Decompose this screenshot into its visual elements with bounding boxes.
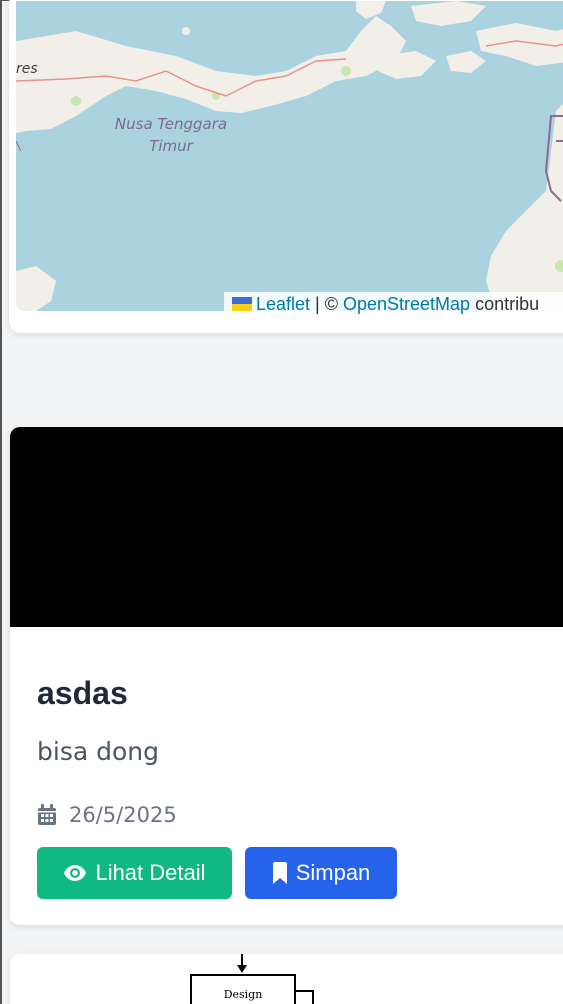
openstreetmap-link[interactable]: OpenStreetMap [343,294,470,314]
post-title: asdas [37,675,128,711]
arrow-down-icon [237,954,247,973]
ukraine-flag-icon [232,297,252,311]
post-date-text: 26/5/2025 [69,803,177,827]
leaflet-link[interactable]: Leaflet [256,294,310,314]
map-place-label: res [16,61,38,77]
diagram-label: Design [223,988,263,1001]
post-date: 26/5/2025 [37,803,177,827]
next-post-card: Design [10,954,563,1004]
eye-icon [64,865,87,881]
save-button[interactable]: Simpan [245,847,397,899]
view-detail-button[interactable]: Lihat Detail [37,847,232,899]
calendar-icon [38,804,56,825]
map-view[interactable]: res Nusa Tenggara Timur M [16,1,563,311]
map-attribution: Leaflet | © OpenStreetMap contribu [224,292,563,319]
view-detail-label: Lihat Detail [95,860,206,885]
bookmark-icon [272,862,287,884]
post-image [10,427,563,627]
map-region-label: Nusa Tenggara Timur [114,115,228,155]
post-card: asdas bisa dong 26/5/2025 Lihat Detail S… [10,427,563,925]
diagram-shadow-box [294,990,314,1004]
post-description: bisa dong [37,737,159,766]
attribution-separator: | © [310,294,343,314]
diagram-box: Design [190,974,296,1004]
map-card: res Nusa Tenggara Timur M Leaflet | © Op… [9,0,563,333]
save-label: Simpan [295,860,371,885]
attribution-suffix: contribu [470,294,540,314]
map-tiles [16,1,563,311]
